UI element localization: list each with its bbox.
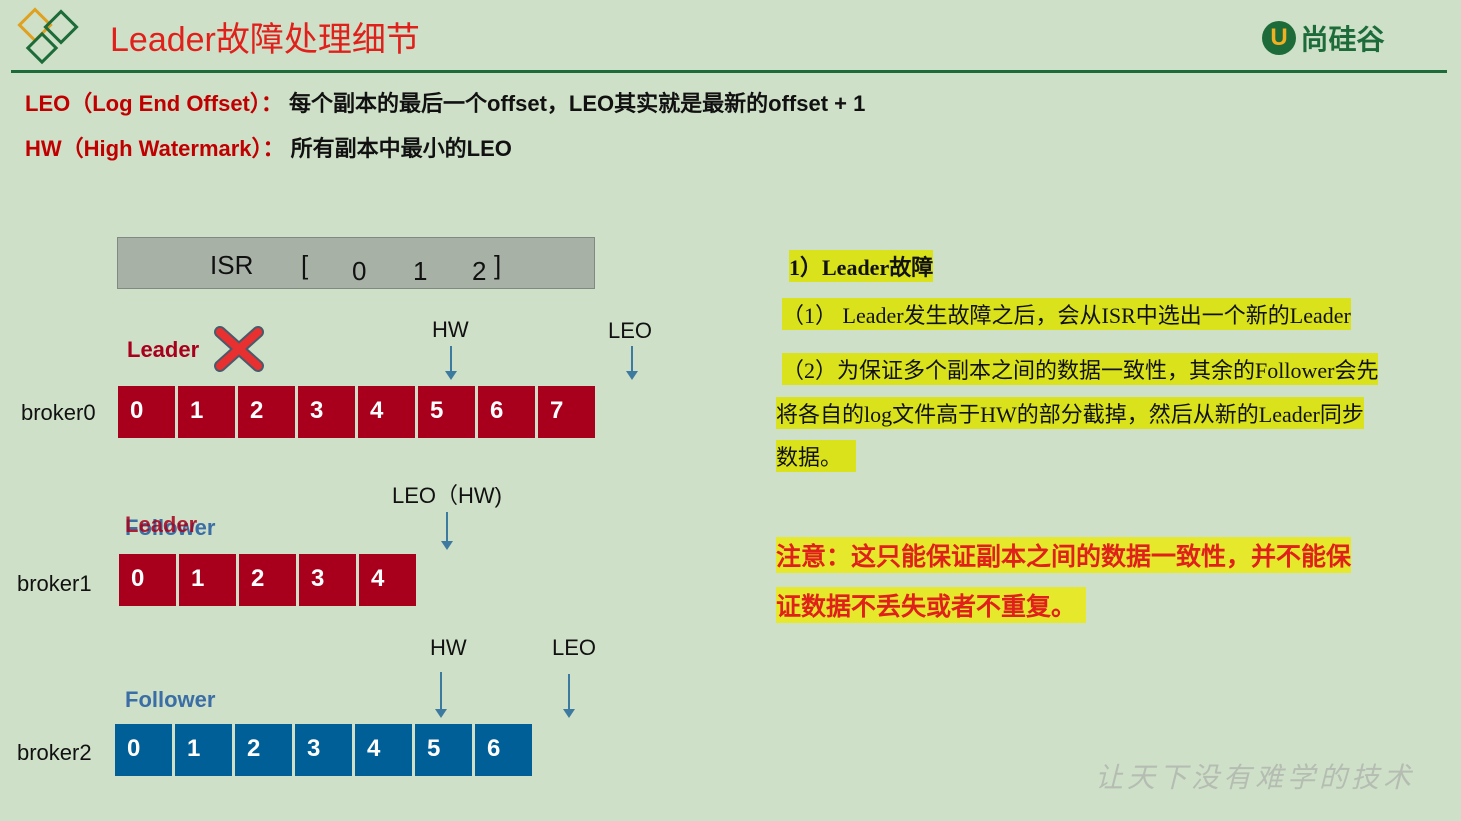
definition-hw: HW（High Watermark）： 所有副本中最小的LEO	[25, 131, 512, 163]
warning-line1: 注意：这只能保证副本之间的数据一致性，并不能保	[776, 537, 1352, 573]
log-offset-cell: 1	[179, 554, 236, 606]
isr-label: ISR	[210, 250, 254, 280]
hw-marker-label: HW	[430, 635, 467, 660]
definition-term: HW（High Watermark）：	[25, 136, 285, 161]
log-offset-cell: 2	[238, 386, 295, 438]
notes-line1: （1） Leader发生故障之后，会从ISR中选出一个新的Leader	[782, 298, 1351, 330]
notes-heading: 1）Leader故障	[789, 250, 934, 282]
page-title: Leader故障处理细节	[110, 21, 420, 59]
isr-box: ISR [ 0 1 2 ]	[117, 237, 595, 289]
log-offset-cell: 3	[298, 386, 355, 438]
leo-marker-label: LEO	[552, 635, 597, 660]
hw-arrow-icon	[435, 672, 447, 718]
broker0-label: broker0	[21, 400, 96, 425]
isr-bracket-close: ]	[494, 250, 502, 280]
log-offset-cell: 0	[115, 724, 172, 776]
notes-line2c: 数据。	[776, 440, 857, 472]
leo-arrow-icon	[626, 346, 638, 380]
brand-icon: U	[1262, 21, 1296, 55]
log-offset-cell: 2	[239, 554, 296, 606]
log-offset-cell: 6	[478, 386, 535, 438]
broker0-role: Leader	[127, 337, 200, 362]
isr-member: 1	[413, 256, 428, 286]
log-offset-cell: 4	[358, 386, 415, 438]
definition-leo: LEO（Log End Offset）： 每个副本的最后一个offset，LEO…	[25, 86, 865, 118]
failure-x-icon	[214, 326, 264, 377]
notes-line2b: 将各自的log文件高于HW的部分截掉，然后从新的Leader同步	[776, 397, 1364, 429]
leo-hw-arrow-icon	[441, 512, 453, 550]
hw-arrow-icon	[445, 346, 457, 380]
leo-arrow-icon	[563, 674, 575, 718]
log-offset-cell: 1	[178, 386, 235, 438]
log-offset-cell: 6	[475, 724, 532, 776]
definition-desc: 所有副本中最小的LEO	[290, 136, 512, 161]
notes-line2a: （2）为保证多个副本之间的数据一致性，其余的Follower会先	[782, 353, 1379, 385]
logo-icon	[14, 6, 90, 70]
leo-hw-marker-label: LEO（HW)	[392, 483, 503, 508]
log-offset-cell: 3	[295, 724, 352, 776]
log-offset-cell: 1	[175, 724, 232, 776]
log-offset-cell: 3	[299, 554, 356, 606]
leo-marker-label: LEO	[608, 318, 653, 343]
definition-term: LEO（Log End Offset）：	[25, 91, 283, 116]
warning-line2: 证数据不丢失或者不重复。	[776, 587, 1087, 623]
log-offset-cell: 0	[119, 554, 176, 606]
log-offset-cell: 5	[418, 386, 475, 438]
hw-marker-label: HW	[432, 317, 469, 342]
log-offset-cell: 0	[118, 386, 175, 438]
broker1-role: Leader	[125, 512, 198, 537]
header-divider	[11, 70, 1447, 73]
isr-member: 2	[472, 256, 487, 286]
definition-desc: 每个副本的最后一个offset，LEO其实就是最新的offset + 1	[289, 91, 866, 116]
isr-bracket-open: [	[301, 250, 309, 280]
log-offset-cell: 4	[359, 554, 416, 606]
broker1-label: broker1	[17, 571, 92, 596]
broker2-role: Follower	[125, 687, 216, 712]
brand-name: 尚硅谷	[1300, 24, 1385, 55]
brand: U 尚硅谷	[1262, 18, 1384, 58]
log-offset-cell: 2	[235, 724, 292, 776]
slogan: 让天下没有难学的技术	[1095, 761, 1416, 794]
broker2-label: broker2	[17, 740, 92, 765]
log-offset-cell: 4	[355, 724, 412, 776]
log-offset-cell: 5	[415, 724, 472, 776]
log-offset-cell: 7	[538, 386, 595, 438]
isr-member: 0	[352, 256, 367, 286]
